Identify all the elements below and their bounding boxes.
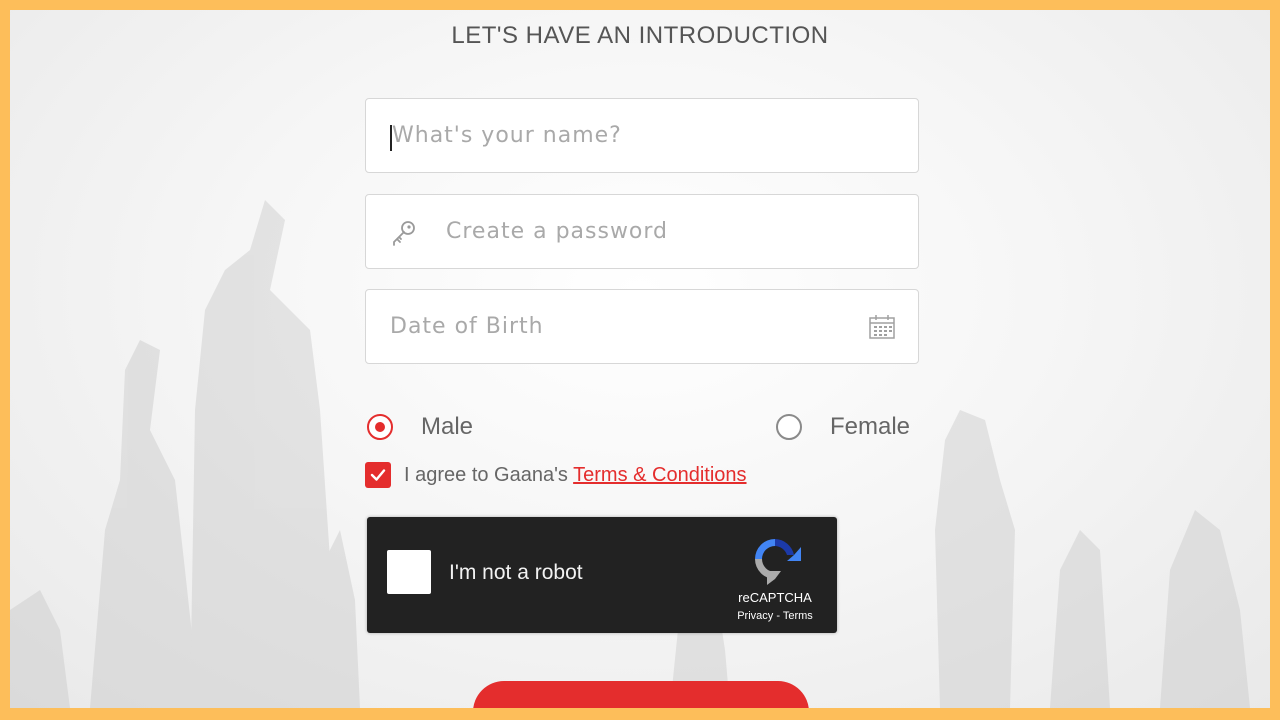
key-icon (393, 221, 415, 246)
name-field[interactable] (365, 98, 919, 173)
terms-text: I agree to Gaana's Terms & Conditions (404, 464, 747, 487)
recaptcha-privacy-terms[interactable]: Privacy - Terms (725, 610, 825, 622)
terms-agreement: I agree to Gaana's Terms & Conditions (365, 462, 747, 488)
terms-link[interactable]: Terms & Conditions (573, 464, 746, 486)
password-field[interactable] (365, 194, 919, 269)
recaptcha-logo-icon (755, 539, 801, 585)
recaptcha-label: I'm not a robot (449, 561, 583, 584)
male-radio[interactable] (367, 414, 393, 440)
female-radio[interactable] (776, 414, 802, 440)
recaptcha-widget: I'm not a robot reCAPTCHA Privacy - Term… (367, 517, 837, 633)
dob-field[interactable] (365, 289, 919, 364)
calendar-icon[interactable] (868, 314, 896, 340)
dob-input[interactable] (388, 290, 852, 363)
generate-otp-button[interactable]: GENERATE OTP (473, 681, 809, 708)
female-label: Female (830, 413, 911, 440)
recaptcha-brand: reCAPTCHA (738, 590, 812, 605)
male-label: Male (421, 413, 474, 440)
password-input[interactable] (444, 195, 904, 268)
recaptcha-checkbox[interactable] (387, 550, 431, 594)
name-input[interactable] (390, 99, 904, 172)
gender-female-option[interactable]: Female (776, 407, 910, 447)
page-frame: LET'S HAVE AN INTRODUCTION Male (10, 10, 1270, 708)
gender-male-option[interactable]: Male (367, 407, 473, 447)
page-title: LET'S HAVE AN INTRODUCTION (451, 22, 829, 49)
agree-prefix: I agree to Gaana's (404, 463, 574, 486)
checkmark-icon (370, 469, 386, 481)
terms-checkbox[interactable] (365, 462, 391, 488)
